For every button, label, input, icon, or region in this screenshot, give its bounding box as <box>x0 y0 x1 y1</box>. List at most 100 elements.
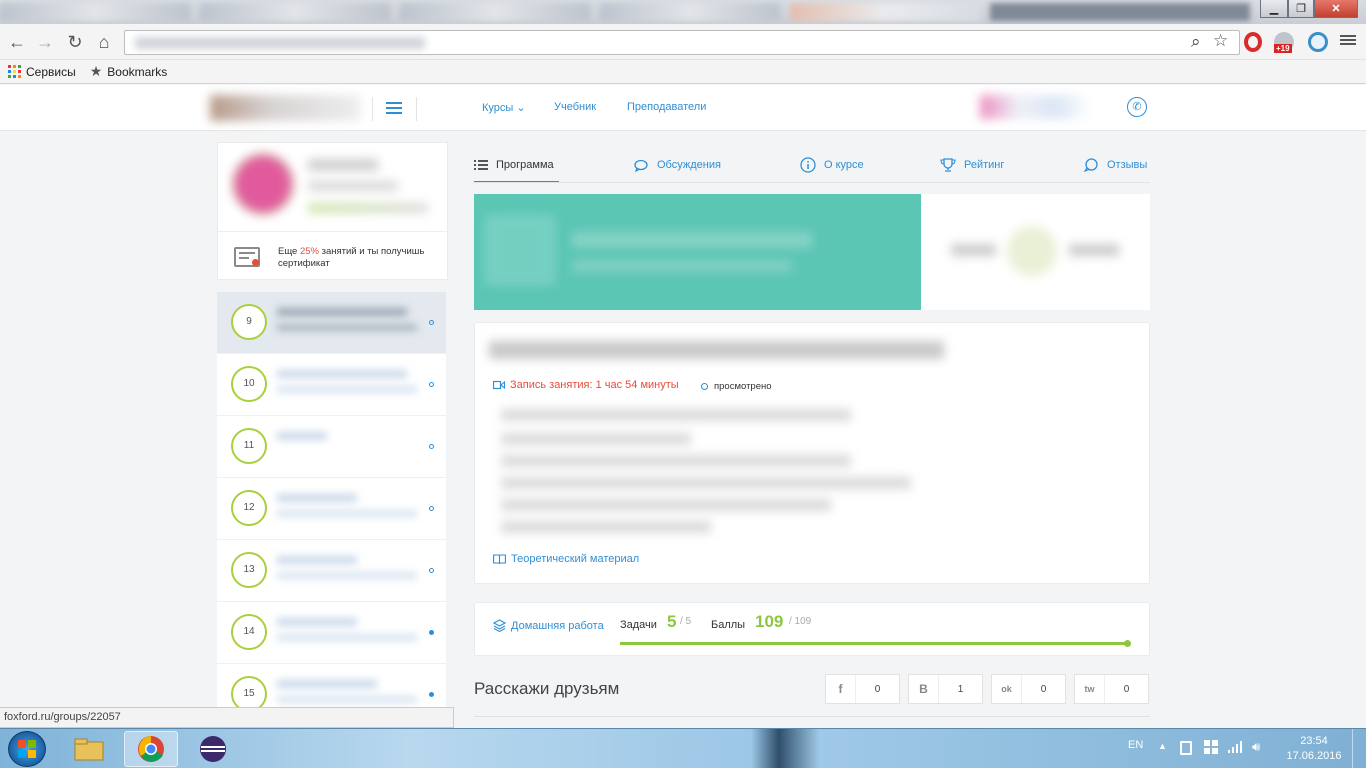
share-odnoklassniki-button[interactable]: ok 0 <box>991 674 1066 704</box>
list-item[interactable]: 13 <box>217 540 446 602</box>
close-button[interactable]: ✕ <box>1314 0 1358 18</box>
back-button[interactable]: ← <box>6 31 28 53</box>
site-logo[interactable] <box>210 95 360 121</box>
search-icon[interactable]: ⌕ <box>1191 32 1201 52</box>
recording-link[interactable]: Запись занятия: 1 час 54 минуты <box>493 379 679 391</box>
list-item[interactable]: 14 <box>217 602 446 664</box>
lesson-subtitle <box>277 634 417 641</box>
forward-button[interactable]: → <box>34 31 56 53</box>
list-item[interactable]: 9 <box>217 292 446 354</box>
lesson-list: 9 10 11 12 13 14 15 <box>217 292 448 728</box>
homework-label: Домашняя работа <box>511 619 604 632</box>
browser-tab[interactable] <box>600 3 780 21</box>
tab-program[interactable]: Программа <box>474 157 554 173</box>
browser-toolbar: ← → ↻ ⌂ ⌕ ☆ +19 <box>0 24 1366 60</box>
list-icon <box>474 160 488 170</box>
site-header: Курсы ⌄ Учебник Преподаватели ✆ <box>0 85 1366 131</box>
book-icon <box>493 553 506 564</box>
browser-tab[interactable] <box>400 3 590 21</box>
tab-rating[interactable]: Рейтинг <box>940 157 1004 173</box>
browser-tab[interactable] <box>0 3 190 21</box>
share-twitter-button[interactable]: tw 0 <box>1074 674 1149 704</box>
share-vk-button[interactable]: B 1 <box>908 674 983 704</box>
list-item[interactable]: 12 <box>217 478 446 540</box>
bookmark-bookmarks[interactable]: ★ Bookmarks <box>90 63 168 80</box>
share-count: 0 <box>1123 683 1130 695</box>
share-title: Расскажи друзьям <box>474 679 620 698</box>
user-avatar[interactable] <box>980 95 1090 119</box>
theory-material-link[interactable]: Теоретический материал <box>493 553 639 565</box>
clock[interactable]: 23:54 17.06.2016 <box>1282 735 1346 762</box>
lesson-title <box>277 556 357 564</box>
extension-shield-icon[interactable] <box>1308 32 1328 52</box>
tab-discussions[interactable]: Обсуждения <box>634 157 721 173</box>
lesson-number: 13 <box>231 552 267 588</box>
reload-button[interactable]: ↻ <box>64 31 86 53</box>
tray-device-icon[interactable] <box>1180 741 1192 755</box>
extension-globe-icon[interactable]: +19 <box>1274 32 1294 53</box>
browser-tab-active[interactable] <box>790 3 980 21</box>
language-indicator[interactable]: EN <box>1128 739 1143 751</box>
browser-tab[interactable] <box>200 3 390 21</box>
lesson-detail-card: Запись занятия: 1 час 54 минуты просмотр… <box>474 322 1150 584</box>
opera-extension-icon[interactable] <box>1244 32 1262 52</box>
home-button[interactable]: ⌂ <box>93 31 115 53</box>
maximize-button[interactable]: ❐ <box>1288 0 1314 18</box>
share-facebook-button[interactable]: f 0 <box>825 674 900 704</box>
lesson-description-line <box>501 521 711 533</box>
points-done: 109 <box>755 612 784 631</box>
watched-dot-icon <box>701 383 708 390</box>
course-subtitle <box>308 181 398 191</box>
bookmark-label: Сервисы <box>26 64 76 79</box>
lesson-title <box>277 494 357 502</box>
taskbar-explorer[interactable] <box>62 731 116 767</box>
tasks-total: / 5 <box>680 616 692 627</box>
course-meta <box>308 203 428 213</box>
tasks-label: Задачи <box>620 619 657 631</box>
clock-date: 17.06.2016 <box>1286 750 1342 762</box>
course-title <box>308 159 378 171</box>
volume-icon[interactable]: 🔊︎ <box>1252 739 1260 755</box>
tray-flag-icon[interactable] <box>1204 740 1218 757</box>
bookmark-star-icon[interactable]: ☆ <box>1213 31 1228 51</box>
nav-textbook[interactable]: Учебник <box>554 101 596 113</box>
tab-label: О курсе <box>824 159 864 171</box>
points-total: / 109 <box>789 616 812 627</box>
lesson-subtitle <box>277 696 417 703</box>
homework-progress-end-dot <box>1124 640 1131 647</box>
taskbar-chrome[interactable] <box>124 731 178 767</box>
banner-subtitle <box>572 260 792 272</box>
divider <box>416 97 417 121</box>
network-signal-icon[interactable] <box>1228 741 1242 756</box>
lesson-description-line <box>501 477 911 489</box>
tray-expand-icon[interactable]: ▲ <box>1158 741 1167 751</box>
menu-icon[interactable] <box>1340 33 1356 51</box>
tab-reviews[interactable]: Отзывы <box>1084 157 1147 173</box>
hamburger-menu-icon[interactable] <box>386 99 402 117</box>
share-count: 0 <box>1040 683 1047 695</box>
list-item[interactable]: 11 <box>217 416 446 478</box>
nav-courses[interactable]: Курсы ⌄ <box>482 101 526 114</box>
lesson-number: 12 <box>231 490 267 526</box>
taskbar-app[interactable] <box>186 731 240 767</box>
theory-material-label: Теоретический материал <box>511 553 640 565</box>
nav-teachers[interactable]: Преподаватели <box>627 101 706 113</box>
minimize-button[interactable]: ▁ <box>1260 0 1288 18</box>
lesson-description-line <box>501 499 831 511</box>
divider <box>474 716 1150 717</box>
homework-link[interactable]: Домашняя работа <box>493 619 604 632</box>
bookmark-services[interactable]: Сервисы <box>8 65 76 79</box>
address-bar[interactable]: ⌕ ☆ <box>124 30 1240 55</box>
browser-titlebar-region <box>990 3 1250 21</box>
divider <box>218 231 447 232</box>
banner-calendar-icon <box>486 216 554 284</box>
trophy-icon <box>940 158 956 172</box>
tab-about[interactable]: О курсе <box>800 157 864 173</box>
banner-title <box>572 232 812 248</box>
start-button[interactable] <box>8 731 46 767</box>
vk-icon: B <box>909 675 939 703</box>
phone-icon[interactable]: ✆ <box>1127 97 1147 117</box>
list-item[interactable]: 10 <box>217 354 446 416</box>
divider <box>372 97 373 121</box>
show-desktop-button[interactable] <box>1352 729 1366 768</box>
